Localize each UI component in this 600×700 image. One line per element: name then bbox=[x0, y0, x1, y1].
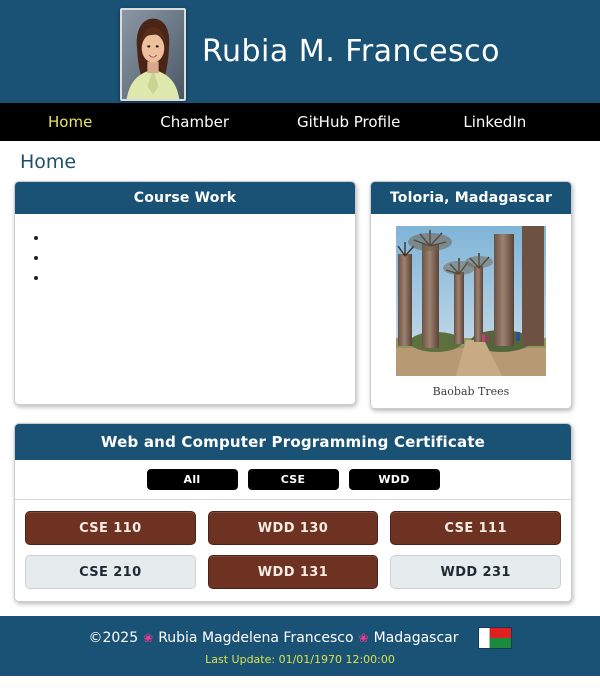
course-work-list bbox=[15, 222, 355, 290]
site-footer: ©2025 ❀ Rubia Magdelena Francesco ❀ Mada… bbox=[0, 616, 600, 676]
madagascar-flag-icon bbox=[477, 627, 512, 649]
certificate-filter-bar: All CSE WDD bbox=[15, 460, 571, 500]
course-tile[interactable]: WDD 231 bbox=[390, 555, 561, 589]
nav-item-chamber[interactable]: Chamber bbox=[160, 113, 229, 131]
baobab-caption: Baobab Trees bbox=[432, 385, 510, 398]
certificate-card-title: Web and Computer Programming Certificate bbox=[15, 424, 571, 460]
filter-button-all[interactable]: All bbox=[146, 469, 238, 490]
footer-author-name: Rubia Magdelena Francesco bbox=[158, 630, 354, 646]
profile-photo bbox=[120, 8, 186, 101]
copyright-text: ©2025 bbox=[88, 630, 139, 646]
footer-credit-line: ©2025 ❀ Rubia Magdelena Francesco ❀ Mada… bbox=[0, 627, 600, 649]
certificate-card: Web and Computer Programming Certificate… bbox=[14, 423, 572, 602]
course-tile[interactable]: CSE 210 bbox=[25, 555, 196, 589]
course-tile[interactable]: CSE 111 bbox=[390, 511, 561, 545]
nav-item-github-profile[interactable]: GitHub Profile bbox=[297, 113, 400, 131]
portrait-photo-icon bbox=[122, 10, 184, 99]
filter-button-wdd[interactable]: WDD bbox=[348, 469, 440, 490]
site-header: Rubia M. Francesco bbox=[0, 0, 600, 103]
flower-icon: ❀ bbox=[143, 631, 154, 645]
page-title: Home bbox=[20, 151, 77, 173]
filter-button-cse[interactable]: CSE bbox=[247, 469, 339, 490]
nav-item-linkedin[interactable]: LinkedIn bbox=[463, 113, 526, 131]
nav-item-home[interactable]: Home bbox=[48, 113, 92, 131]
page-title-name: Rubia M. Francesco bbox=[202, 34, 500, 69]
course-work-card: Course Work bbox=[14, 181, 356, 405]
course-work-card-body bbox=[15, 214, 355, 404]
course-tile[interactable]: WDD 130 bbox=[207, 511, 379, 545]
last-update-text: Last Update: 01/01/1970 12:00:00 bbox=[205, 653, 395, 666]
toloria-card-body: Baobab Trees bbox=[371, 214, 571, 408]
toloria-madagascar-card: Toloria, Madagascar Baobab Trees bbox=[370, 181, 572, 409]
footer-country: Madagascar bbox=[373, 630, 459, 646]
baobab-trees-photo bbox=[396, 226, 546, 376]
list-item bbox=[49, 270, 355, 290]
top-card-row: Course Work Toloria, Madagascar bbox=[14, 181, 586, 409]
course-tile-grid: CSE 110 WDD 130 CSE 111 CSE 210 WDD 131 … bbox=[15, 500, 571, 601]
course-tile[interactable]: CSE 110 bbox=[25, 511, 196, 545]
flower-icon: ❀ bbox=[358, 631, 369, 645]
main-content: Home Course Work Toloria, Madagascar bbox=[0, 141, 600, 602]
list-item bbox=[49, 250, 355, 270]
main-nav: Home Chamber GitHub Profile LinkedIn bbox=[0, 103, 600, 141]
course-work-card-title: Course Work bbox=[15, 182, 355, 214]
course-tile[interactable]: WDD 131 bbox=[207, 555, 379, 589]
toloria-card-title: Toloria, Madagascar bbox=[371, 182, 571, 214]
list-item bbox=[49, 230, 355, 250]
